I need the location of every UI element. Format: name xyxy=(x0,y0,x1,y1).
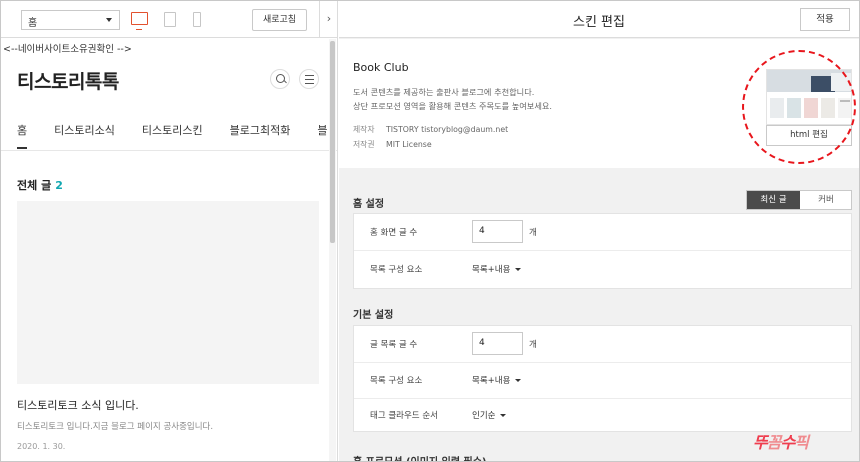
editor-window: 홈 새로고침 › <--네이버사이트소유권확인 --> 티스토리톡톡 홈티스토리… xyxy=(0,0,860,462)
home-mode-toggle: 최신 글 커버 xyxy=(746,190,852,210)
divider xyxy=(1,150,337,151)
chevron-down-icon xyxy=(515,268,522,271)
watermark-logo: 뚜꼼수픽 xyxy=(753,433,809,452)
skin-license-value: MIT License xyxy=(386,140,432,149)
nav-item-home[interactable]: 홈 xyxy=(17,122,27,138)
toggle-cover[interactable]: 커버 xyxy=(800,191,852,209)
list-post-count-input[interactable]: 4 xyxy=(472,332,523,355)
skin-author: 제작자 TISTORY tistoryblog@daum.net xyxy=(353,124,508,135)
setting-unit: 개 xyxy=(529,228,537,238)
skin-description: 도서 콘텐츠를 제공하는 출판사 블로그에 추천합니다. 상단 프로모션 영역을… xyxy=(353,85,552,113)
nav-active-indicator xyxy=(17,147,27,149)
tag-cloud-order-dropdown[interactable]: 인기순 xyxy=(472,409,507,421)
html-comment-text: <--네이버사이트소유권확인 --> xyxy=(3,44,132,55)
page-select-value: 홈 xyxy=(28,18,38,29)
setting-unit: 개 xyxy=(529,340,537,350)
setting-label: 글 목록 글 수 xyxy=(370,340,418,350)
chevron-down-icon xyxy=(515,379,522,382)
chevron-down-icon xyxy=(106,18,112,22)
all-posts-count: 2 xyxy=(55,179,63,192)
scrollbar-thumb[interactable] xyxy=(330,41,335,243)
post-excerpt: 티스토리토크 입니다.지금 블로그 페이지 공사중입니다. xyxy=(17,422,214,432)
preview-toolbar: 홈 새로고침 › xyxy=(1,1,337,38)
dropdown-value: 인기순 xyxy=(472,411,496,421)
dropdown-value: 목록+내용 xyxy=(472,376,511,386)
nav-item-news[interactable]: 티스토리소식 xyxy=(54,122,115,138)
page-select[interactable]: 홈 xyxy=(21,10,120,30)
setting-label: 태그 클라우드 순서 xyxy=(370,411,438,421)
basic-settings-card: 글 목록 글 수 4 개 목록 구성 요소 목록+내용 태그 클라우드 순서 인… xyxy=(353,325,852,432)
refresh-button[interactable]: 새로고침 xyxy=(252,9,307,31)
nav-item-optimization[interactable]: 블로그최적화 xyxy=(230,122,291,138)
settings-row: 글 목록 글 수 4 개 xyxy=(354,326,851,363)
blog-nav: 홈 티스토리소식 티스토리스킨 블로그최적화 블 xyxy=(17,122,337,138)
post-date: 2020. 1. 30. xyxy=(17,442,66,451)
skin-author-key: 제작자 xyxy=(353,125,375,134)
skin-author-value: TISTORY tistoryblog@daum.net xyxy=(386,125,509,134)
home-settings-title: 홈 설정 xyxy=(353,199,385,210)
chevron-down-icon xyxy=(500,414,507,417)
skin-description-line: 상단 프로모션 영역을 활용해 콘텐츠 주목도를 높여보세요. xyxy=(353,101,552,111)
home-promotion-title: 홈 프로모션 (이미지 입력 필수) xyxy=(353,453,486,461)
settings-row: 목록 구성 요소 목록+내용 xyxy=(354,362,851,399)
menu-icon[interactable] xyxy=(299,69,319,89)
desktop-view-icon[interactable] xyxy=(131,12,148,30)
settings-row: 태그 클라우드 순서 인기순 xyxy=(354,397,851,432)
settings-row: 홈 화면 글 수 4 개 xyxy=(354,214,851,251)
setting-label: 홈 화면 글 수 xyxy=(370,228,418,238)
preview-pane: 홈 새로고침 › <--네이버사이트소유권확인 --> 티스토리톡톡 홈티스토리… xyxy=(1,1,338,461)
list-components-dropdown[interactable]: 목록+내용 xyxy=(472,374,522,386)
home-settings-card: 홈 화면 글 수 4 개 목록 구성 요소 목록+내용 xyxy=(353,213,852,289)
page-title: 스킨 편집 xyxy=(573,15,625,30)
dropdown-value: 목록+내용 xyxy=(472,265,511,275)
skin-edit-header: 스킨 편집 적용 xyxy=(339,1,859,38)
all-posts-label: 전체 글 xyxy=(17,179,52,192)
all-posts-heading: 전체 글2 xyxy=(17,177,63,193)
post-thumbnail[interactable] xyxy=(17,201,319,384)
blog-title[interactable]: 티스토리톡톡 xyxy=(17,67,119,94)
settings-row: 목록 구성 요소 목록+내용 xyxy=(354,251,851,288)
setting-label: 목록 구성 요소 xyxy=(370,376,423,386)
setting-label: 목록 구성 요소 xyxy=(370,265,423,275)
list-components-dropdown[interactable]: 목록+내용 xyxy=(472,263,522,275)
skin-description-line: 도서 콘텐츠를 제공하는 출판사 블로그에 추천합니다. xyxy=(353,87,535,97)
mobile-view-icon[interactable] xyxy=(193,12,201,27)
search-icon[interactable] xyxy=(270,69,290,89)
post-title[interactable]: 티스토리토크 소식 입니다. xyxy=(17,397,139,413)
nav-item-skins[interactable]: 티스토리스킨 xyxy=(142,122,203,138)
skin-name: Book Club xyxy=(353,61,409,74)
tablet-view-icon[interactable] xyxy=(164,12,176,27)
collapse-panel-button[interactable]: › xyxy=(319,1,337,38)
home-post-count-input[interactable]: 4 xyxy=(472,220,523,243)
toggle-latest-posts[interactable]: 최신 글 xyxy=(747,191,800,209)
highlight-circle-annotation xyxy=(742,50,856,164)
apply-button[interactable]: 적용 xyxy=(800,8,850,31)
skin-license: 저작권 MIT License xyxy=(353,139,432,150)
nav-item-truncated[interactable]: 블 xyxy=(317,122,327,138)
basic-settings-title: 기본 설정 xyxy=(353,310,394,321)
skin-license-key: 저작권 xyxy=(353,140,375,149)
